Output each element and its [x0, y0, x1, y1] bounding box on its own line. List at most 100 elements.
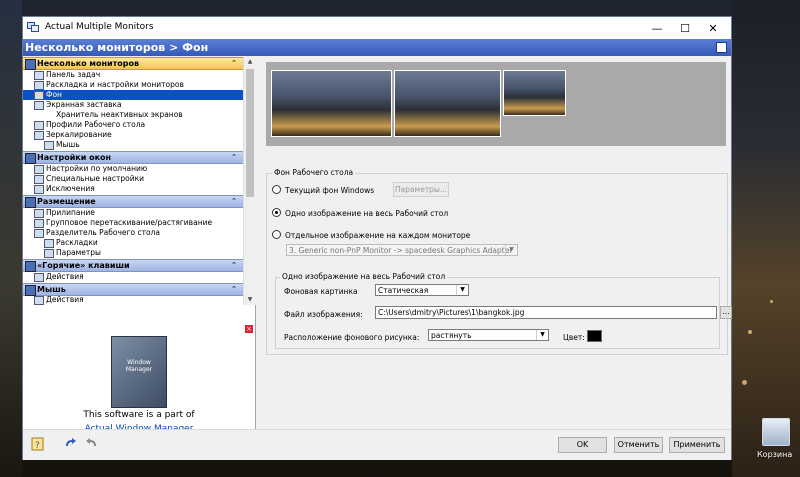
navigation-panel: Несколько мониторов ⌃ Панель задач Раскла… — [23, 57, 256, 434]
cancel-button[interactable]: Отменить — [614, 437, 663, 453]
promo-close-icon[interactable]: × — [245, 325, 253, 333]
background-picture-label: Фоновая картинка — [284, 287, 358, 296]
chevron-down-icon: ▼ — [505, 245, 517, 255]
nav-item-mouse[interactable]: Мышь — [23, 140, 243, 150]
scroll-up-icon[interactable]: ▲ — [244, 57, 256, 67]
nav-item-snapping[interactable]: Прилипание — [23, 208, 243, 218]
chevron-up-icon: ⌃ — [231, 153, 237, 161]
ok-button[interactable]: OK — [558, 437, 607, 453]
screensaver-icon — [34, 101, 44, 110]
monitors-icon — [25, 59, 36, 70]
hotkeys-icon — [25, 261, 36, 272]
nav-item-mirroring[interactable]: Зеркалирование — [23, 130, 243, 140]
nav-item-mouse-actions[interactable]: Действия — [23, 295, 243, 305]
layouts-icon — [44, 239, 54, 248]
placement-icon — [25, 197, 36, 208]
nav-item-monitor-layout[interactable]: Раскладка и настройки мониторов — [23, 80, 243, 90]
background-icon — [34, 91, 44, 100]
chevron-down-icon: ▼ — [456, 285, 468, 295]
actions-icon — [34, 296, 44, 305]
nav-item-hotkey-actions[interactable]: Действия — [23, 272, 243, 282]
nav-item-exclusions[interactable]: Исключения — [23, 184, 243, 194]
recycle-bin-label: Корзина — [757, 450, 793, 459]
main-window: Actual Multiple Monitors — ☐ ✕ Несколько… — [22, 16, 732, 460]
nav-item-group-drag[interactable]: Групповое перетаскивание/растягивание — [23, 218, 243, 228]
page-header: Несколько мониторов > Фон — [23, 39, 731, 56]
radio-windows-background[interactable] — [272, 185, 281, 194]
radio-image-per-monitor-label: Отдельное изображение на каждом мониторе — [285, 231, 471, 240]
nav-item-desktop-divider[interactable]: Разделитель Рабочего стола — [23, 228, 243, 238]
position-label: Расположение фонового рисунка: — [284, 333, 420, 342]
chevron-up-icon: ⌃ — [231, 59, 237, 67]
actions-icon — [34, 273, 44, 282]
title-bar[interactable]: Actual Multiple Monitors — ☐ ✕ — [23, 17, 731, 39]
nav-scrollbar[interactable]: ▲ ▼ — [243, 57, 256, 305]
monitor-layout-icon — [34, 81, 44, 90]
nav-item-default-settings[interactable]: Настройки по умолчанию — [23, 164, 243, 174]
radio-windows-background-label: Текущий фон Windows — [285, 186, 375, 195]
app-icon — [27, 22, 39, 32]
monitor-select[interactable]: 3. Generic non-PnP Monitor -> spacedesk … — [286, 244, 518, 256]
snapping-icon — [34, 209, 44, 218]
promo-text: This software is a part of — [83, 410, 195, 420]
nav-item-parameters[interactable]: Параметры — [23, 248, 243, 258]
section-hotkeys[interactable]: «Горячие» клавиши ⌃ — [23, 259, 243, 272]
radio-single-image-label: Одно изображение на весь Рабочий стол — [285, 209, 449, 218]
window-icon — [716, 42, 727, 53]
nav-item-desktop-profiles[interactable]: Профили Рабочего стола — [23, 120, 243, 130]
apply-button[interactable]: Применить — [669, 437, 725, 453]
specific-settings-icon — [34, 175, 44, 184]
nav-item-background[interactable]: Фон — [23, 90, 243, 100]
single-image-group-label: Одно изображение на весь Рабочий стол — [280, 272, 448, 281]
browse-button[interactable]: ... — [720, 306, 732, 319]
taskbar-icon — [34, 71, 44, 80]
svg-text:?: ? — [35, 441, 40, 451]
desktop-background-left — [0, 0, 22, 477]
background-picture-select[interactable]: Статическая ▼ — [375, 284, 469, 296]
image-file-label: Файл изображения: — [284, 310, 363, 319]
city-light — [748, 330, 752, 334]
minimize-button[interactable]: — — [643, 17, 671, 39]
nav-item-inactive-screen-saver[interactable]: Хранитель неактивных экранов — [23, 110, 243, 120]
color-label: Цвет: — [563, 333, 585, 342]
section-placement[interactable]: Размещение ⌃ — [23, 195, 243, 208]
section-window-settings[interactable]: Настройки окон ⌃ — [23, 151, 243, 164]
divider-icon — [34, 229, 44, 238]
exclusions-icon — [34, 185, 44, 194]
color-swatch[interactable] — [587, 330, 602, 342]
help-icon[interactable]: ? — [31, 436, 47, 452]
desktop-background-right — [732, 0, 800, 477]
section-multiple-monitors[interactable]: Несколько мониторов ⌃ — [23, 57, 243, 70]
chevron-up-icon: ⌃ — [231, 261, 237, 269]
monitor-2-preview[interactable] — [394, 70, 501, 137]
settings-panel: Фон Рабочего стола Текущий фон Windows П… — [256, 57, 732, 429]
radio-single-image[interactable] — [272, 208, 281, 217]
scroll-thumb[interactable] — [246, 69, 254, 197]
position-select[interactable]: растянуть ▼ — [428, 329, 549, 341]
desktop-background-group-label: Фон Рабочего стола — [272, 168, 356, 177]
chevron-up-icon: ⌃ — [231, 285, 237, 293]
nav-item-layouts[interactable]: Раскладки — [23, 238, 243, 248]
mirroring-icon — [34, 131, 44, 140]
mouse-icon — [44, 141, 54, 150]
monitor-1-preview[interactable] — [271, 70, 392, 137]
image-file-field[interactable]: C:\Users\dmitry\Pictures\1\bangkok.jpg — [375, 306, 717, 319]
scroll-down-icon[interactable]: ▼ — [244, 295, 256, 305]
recycle-bin-icon[interactable] — [762, 418, 790, 446]
window-settings-icon — [25, 153, 36, 164]
monitor-3-preview[interactable] — [503, 70, 566, 116]
radio-image-per-monitor[interactable] — [272, 230, 281, 239]
nav-item-taskbar[interactable]: Панель задач — [23, 70, 243, 80]
footer-bar: ? OK Отменить Применить — [23, 429, 731, 460]
undo-icon[interactable] — [63, 436, 79, 452]
close-button[interactable]: ✕ — [699, 17, 727, 39]
chevron-up-icon: ⌃ — [231, 197, 237, 205]
nav-item-screensaver[interactable]: Экранная заставка — [23, 100, 243, 110]
redo-icon[interactable] — [83, 436, 99, 452]
profiles-icon — [34, 121, 44, 130]
nav-item-specific-settings[interactable]: Специальные настройки — [23, 174, 243, 184]
page-title: Несколько мониторов > Фон — [25, 41, 209, 54]
maximize-button[interactable]: ☐ — [671, 17, 699, 39]
city-light — [770, 300, 773, 303]
parameters-button[interactable]: Параметры... — [393, 182, 449, 197]
